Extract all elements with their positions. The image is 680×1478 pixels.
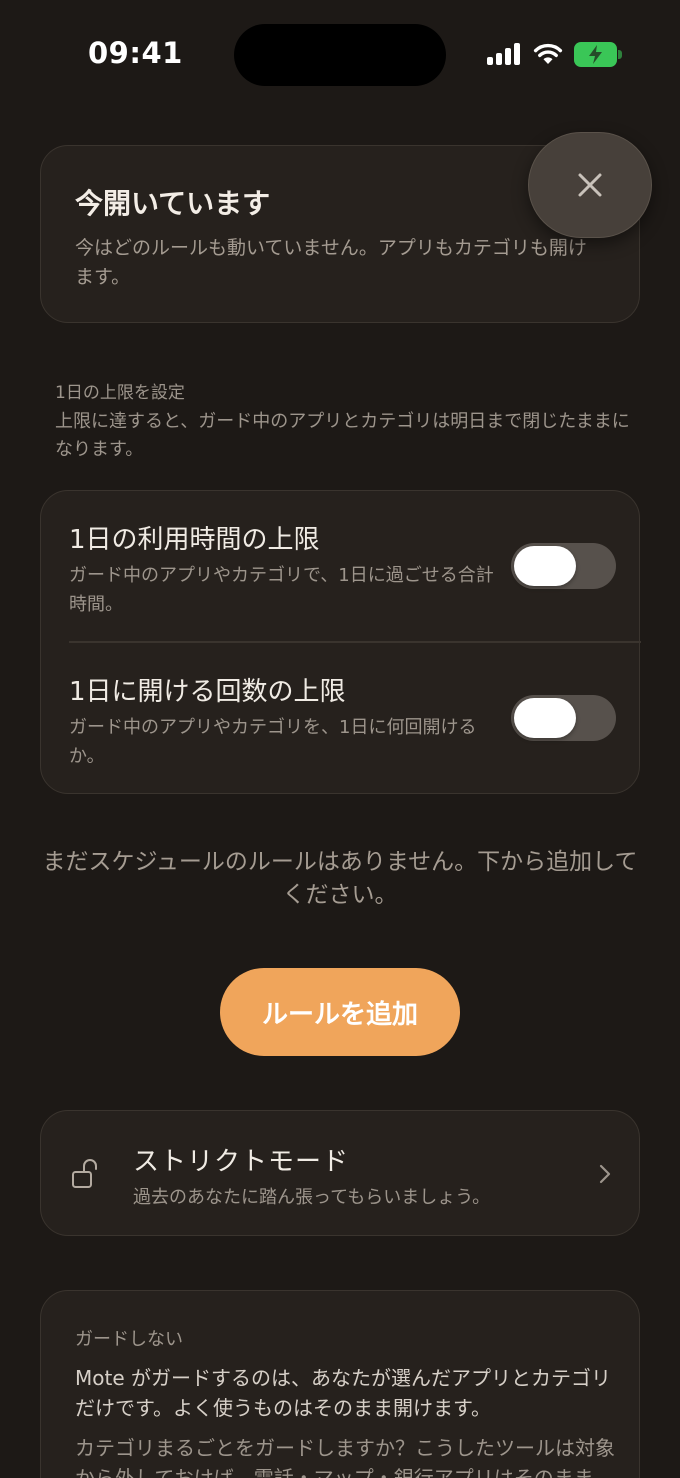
wifi-icon: [533, 43, 563, 64]
close-icon: [578, 173, 602, 197]
open-status-description: 今はどのルールも動いていません。アプリもカテゴリも開けます。: [75, 237, 587, 288]
unlock-icon: [72, 1159, 97, 1188]
status-time: 09:41: [88, 36, 183, 70]
daily-open-limit-toggle[interactable]: [511, 695, 616, 741]
daily-limits-card: 1日の利用時間の上限 ガード中のアプリやカテゴリで、1日に過ごせる合計時間。 1…: [40, 490, 641, 794]
daily-time-limit-title: 1日の利用時間の上限: [69, 525, 320, 555]
daily-open-limit-description: ガード中のアプリやカテゴリを、1日に何回開けるか。: [69, 717, 477, 767]
dynamic-island: [234, 24, 446, 86]
daily-time-limit-description: ガード中のアプリやカテゴリで、1日に過ごせる合計時間。: [69, 565, 494, 615]
limits-section-label: 1日の上限を設定: [55, 383, 185, 403]
status-bar: 09:41: [0, 0, 680, 110]
no-guard-label: ガードしない: [75, 1329, 183, 1350]
toggle-knob: [514, 698, 576, 738]
open-status-title: 今開いています: [75, 187, 271, 220]
add-rule-button[interactable]: ルールを追加: [220, 968, 460, 1056]
limits-section-description: 上限に達すると、ガード中のアプリとカテゴリは明日まで閉じたままになります。: [55, 411, 630, 460]
empty-schedule-message: まだスケジュールのルールはありません。下から追加してください。: [42, 849, 638, 908]
toggle-knob: [514, 546, 576, 586]
strict-mode-title: ストリクトモード: [133, 1147, 350, 1177]
strict-mode-description: 過去のあなたに踏ん張ってもらいましょう。: [133, 1187, 491, 1208]
strict-mode-row[interactable]: ストリクトモード 過去のあなたに踏ん張ってもらいましょう。: [40, 1110, 640, 1236]
no-guard-card: ガードしない Mote がガードするのは、あなたが選んだアプリとカテゴリだけです…: [40, 1290, 640, 1478]
no-guard-text-secondary: カテゴリまるごとをガードしますか？こうしたツールは対象から外しておけば、電話・マ…: [75, 1436, 615, 1478]
daily-open-limit-title: 1日に開ける回数の上限: [69, 677, 346, 707]
cellular-signal-icon: [487, 43, 521, 65]
daily-time-limit-toggle[interactable]: [511, 543, 616, 589]
daily-open-limit-row: 1日に開ける回数の上限 ガード中のアプリやカテゴリを、1日に何回開けるか。: [41, 643, 641, 793]
no-guard-text: Mote がガードするのは、あなたが選んだアプリとカテゴリだけです。よく使うもの…: [75, 1366, 611, 1420]
daily-time-limit-row: 1日の利用時間の上限 ガード中のアプリやカテゴリで、1日に過ごせる合計時間。: [41, 491, 641, 641]
chevron-right-icon: [599, 1164, 611, 1184]
battery-charging-icon: [574, 42, 622, 67]
close-button[interactable]: [528, 132, 652, 238]
